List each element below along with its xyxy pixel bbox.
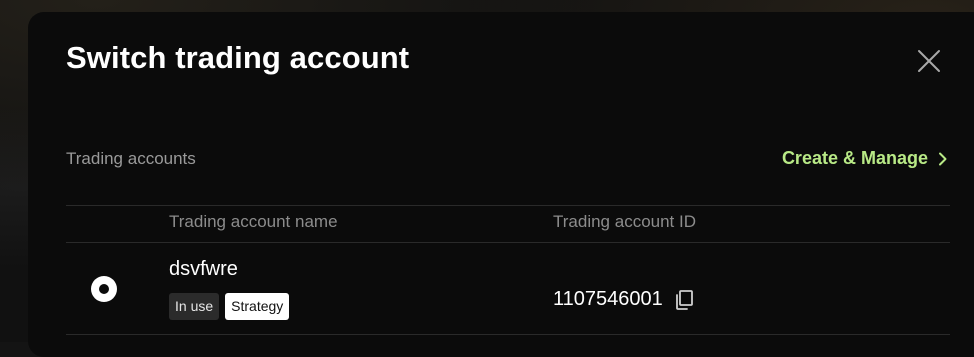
column-header-id: Trading account ID [553,212,696,231]
close-icon [918,50,940,72]
account-id: 1107546001 [553,288,695,311]
account-radio-selected[interactable] [91,276,117,302]
create-manage-label: Create & Manage [781,148,928,168]
copy-icon[interactable] [673,289,695,311]
account-badges: In use Strategy [169,293,290,320]
section-label: Trading accounts [66,149,196,168]
chevron-right-icon [939,152,947,165]
table-row-divider [66,334,950,335]
account-name: dsvfwre [169,258,238,280]
switch-account-modal: Switch trading account Trading accounts … [28,12,974,357]
account-id-value: 1107546001 [553,288,663,310]
table-top-divider [66,205,950,206]
modal-title: Switch trading account [66,40,410,75]
table-header-divider [66,242,950,243]
in-use-badge: In use [169,293,220,320]
create-manage-link[interactable]: Create & Manage [782,148,948,169]
close-button[interactable] [914,46,944,76]
column-header-name: Trading account name [169,212,338,231]
strategy-badge: Strategy [225,293,290,320]
